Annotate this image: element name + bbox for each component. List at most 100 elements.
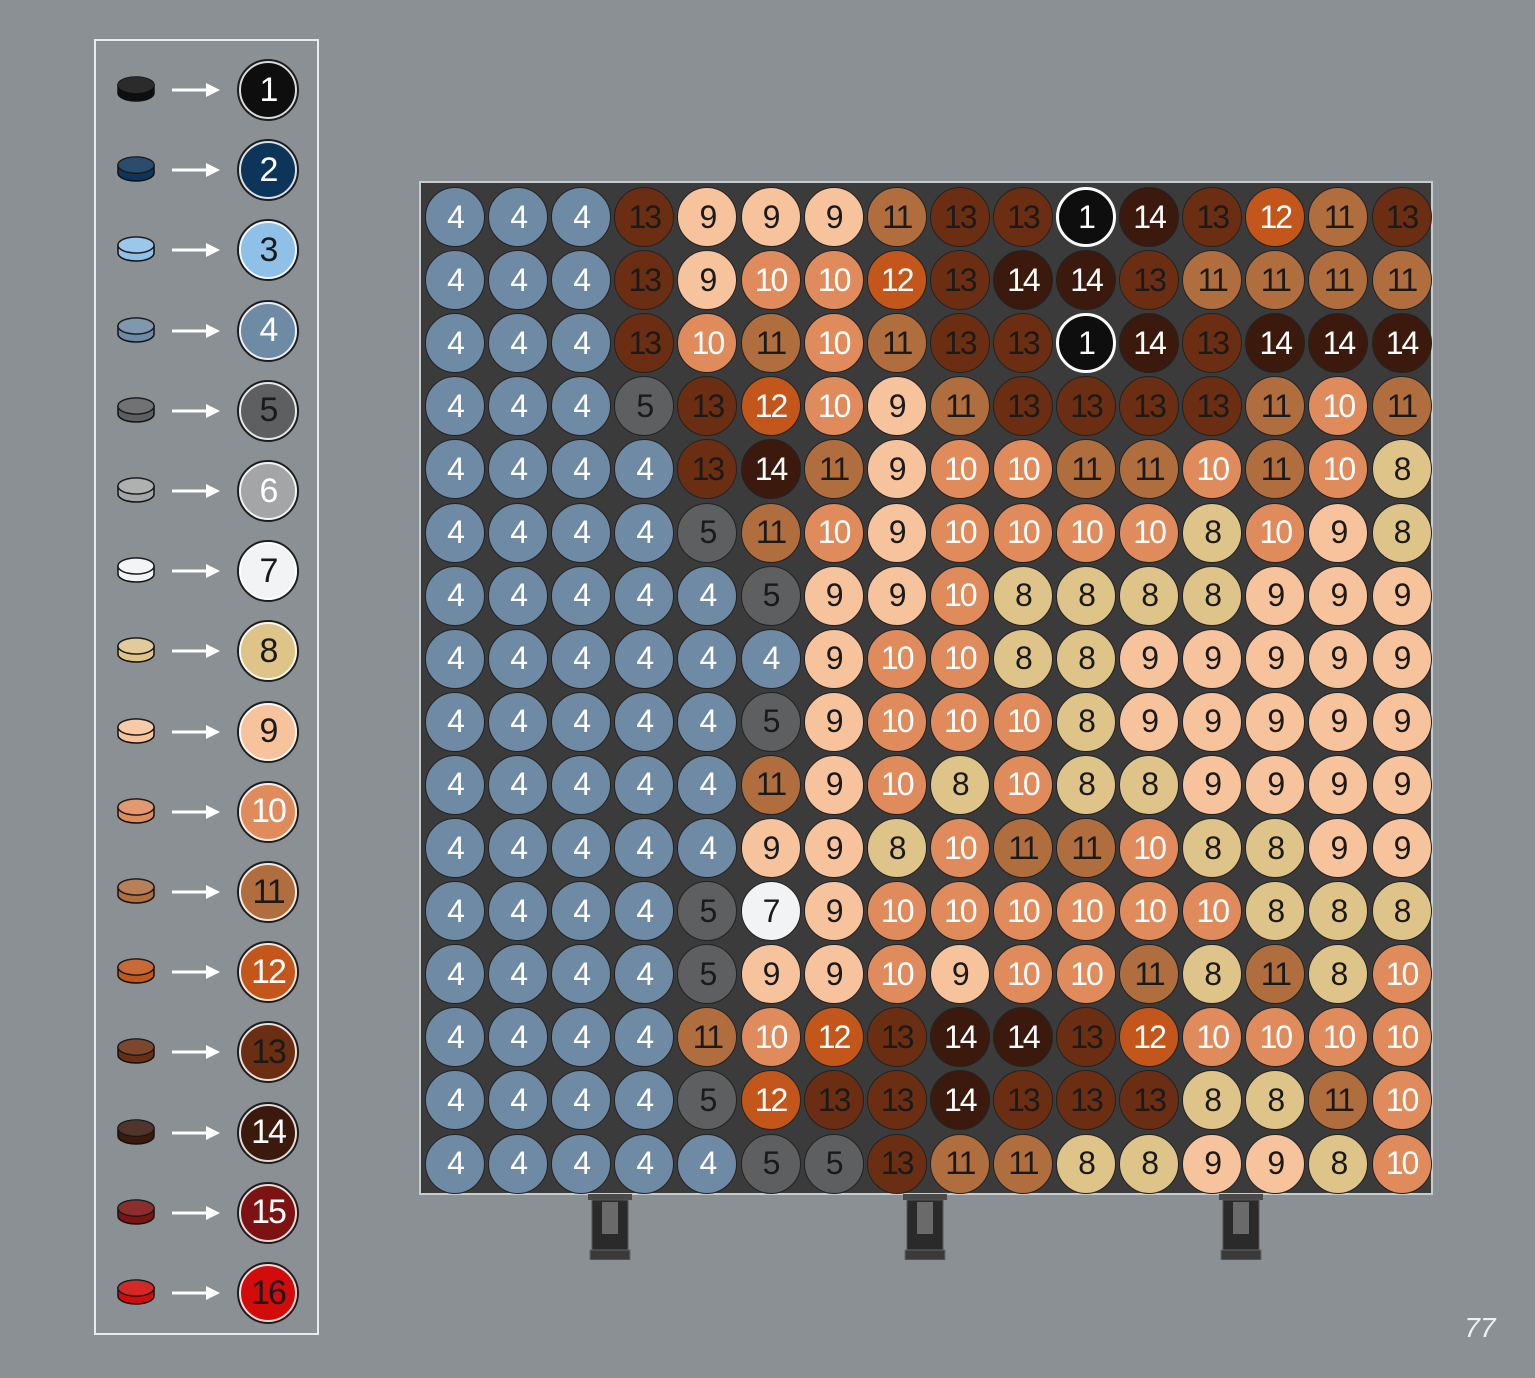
legend-color-number: 2 xyxy=(259,150,279,189)
mosaic-stud: 10 xyxy=(1182,439,1243,500)
mosaic-stud: 10 xyxy=(866,944,927,1005)
arrow-right-icon xyxy=(172,323,220,338)
mosaic-stud: 10 xyxy=(1182,1007,1243,1068)
legend-color-number: 8 xyxy=(259,631,279,670)
mosaic-stud: 10 xyxy=(803,313,864,374)
mosaic-stud: 4 xyxy=(614,818,675,878)
mosaic-stud: 9 xyxy=(866,502,927,563)
mosaic-stud: 13 xyxy=(677,439,738,500)
mosaic-stud: 10 xyxy=(929,818,990,878)
mosaic-stud: 8 xyxy=(929,754,990,815)
mosaic-stud: 9 xyxy=(1245,628,1306,689)
mosaic-stud: 8 xyxy=(1119,565,1180,626)
mosaic-stud: 4 xyxy=(551,818,612,878)
arrow-right-icon xyxy=(172,965,220,980)
mosaic-stud: 12 xyxy=(740,376,801,437)
mosaic-stud: 10 xyxy=(1245,1007,1306,1068)
legend-row: 1 xyxy=(96,59,321,141)
mosaic-stud: 4 xyxy=(488,1007,549,1068)
legend-row: 5 xyxy=(96,379,321,462)
mosaic-stud: 10 xyxy=(929,439,990,500)
mosaic-stud: 13 xyxy=(1056,376,1116,437)
mosaic-stud: 13 xyxy=(614,313,675,374)
mosaic-stud: 4 xyxy=(551,376,612,437)
mosaic-stud: 10 xyxy=(866,691,927,752)
mosaic-stud: 11 xyxy=(929,376,990,437)
mosaic-stud: 13 xyxy=(614,187,675,247)
mosaic-stud: 12 xyxy=(803,1007,864,1068)
mosaic-stud: 9 xyxy=(1245,565,1306,626)
mosaic-stud: 9 xyxy=(803,944,864,1005)
mosaic-stud: 4 xyxy=(551,1070,612,1131)
mosaic-stud: 4 xyxy=(488,628,549,689)
mosaic-stud: 8 xyxy=(1182,502,1243,563)
legend-color-swatch: 11 xyxy=(237,861,299,923)
mosaic-stud: 10 xyxy=(1245,502,1306,563)
arrow-right-icon xyxy=(172,243,220,258)
mosaic-stud: 4 xyxy=(488,250,549,311)
mosaic-stud: 10 xyxy=(929,502,990,563)
mosaic-stud: 9 xyxy=(1371,691,1432,752)
mosaic-stud: 8 xyxy=(1308,881,1369,942)
mosaic-stud: 10 xyxy=(992,691,1053,752)
mosaic-stud: 4 xyxy=(425,313,485,374)
legend-color-swatch: 1 xyxy=(237,59,299,121)
mosaic-stud: 11 xyxy=(1182,250,1243,311)
legend-color-number: 14 xyxy=(251,1113,287,1152)
mosaic-stud: 11 xyxy=(866,313,927,374)
arrow-right-icon xyxy=(172,1045,220,1060)
legend-color-swatch: 12 xyxy=(237,941,299,1004)
mosaic-stud: 9 xyxy=(866,439,927,500)
mosaic-stud: 11 xyxy=(1308,250,1369,311)
mosaic-stud: 10 xyxy=(803,250,864,311)
mosaic-stud: 5 xyxy=(803,1133,864,1194)
round-tile-icon xyxy=(117,1038,155,1065)
mosaic-stud: 9 xyxy=(803,628,864,689)
mosaic-stud: 10 xyxy=(1371,1007,1432,1068)
mosaic-stud: 11 xyxy=(740,754,801,815)
mosaic-stud: 1 xyxy=(1056,187,1116,247)
mosaic-stud: 4 xyxy=(425,881,485,942)
mosaic-stud: 10 xyxy=(1371,1070,1432,1131)
legend-color-number: 16 xyxy=(251,1273,287,1312)
mosaic-stud: 14 xyxy=(1119,313,1180,374)
mosaic-stud: 4 xyxy=(740,628,801,689)
mosaic-stud: 11 xyxy=(803,439,864,500)
mosaic-stud: 10 xyxy=(992,439,1053,500)
mosaic-stud: 14 xyxy=(1371,313,1432,374)
mosaic-stud: 13 xyxy=(1119,376,1180,437)
mosaic-stud: 5 xyxy=(677,944,738,1005)
mosaic-stud: 4 xyxy=(425,1070,485,1131)
legend-row: 7 xyxy=(96,540,321,622)
round-tile-icon xyxy=(117,397,155,423)
mosaic-stud: 13 xyxy=(1119,250,1180,311)
mosaic-stud: 11 xyxy=(1245,944,1306,1005)
legend-row: 10 xyxy=(96,780,321,863)
legend-color-swatch: 4 xyxy=(237,299,299,362)
mosaic-stud: 14 xyxy=(1245,313,1306,374)
hanger-bracket-icon xyxy=(1219,1194,1263,1260)
mosaic-stud: 4 xyxy=(551,944,612,1005)
mosaic-stud: 8 xyxy=(1182,1070,1243,1131)
mosaic-stud: 14 xyxy=(929,1070,990,1131)
mosaic-stud: 4 xyxy=(425,439,485,500)
mosaic-stud: 9 xyxy=(1308,628,1369,689)
mosaic-stud: 4 xyxy=(551,881,612,942)
legend-color-swatch: 15 xyxy=(237,1181,299,1244)
mosaic-stud: 4 xyxy=(551,187,612,247)
mosaic-stud: 13 xyxy=(614,250,675,311)
arrow-right-icon xyxy=(172,564,220,579)
arrow-right-icon xyxy=(172,1125,220,1140)
mosaic-stud: 9 xyxy=(1308,691,1369,752)
mosaic-stud: 4 xyxy=(614,881,675,942)
mosaic-stud: 4 xyxy=(614,502,675,563)
mosaic-stud: 10 xyxy=(677,313,738,374)
mosaic-stud: 9 xyxy=(866,565,927,626)
mosaic-stud: 4 xyxy=(488,565,549,626)
mosaic-stud: 8 xyxy=(1308,1133,1369,1194)
mosaic-stud: 8 xyxy=(1245,1070,1306,1131)
arrow-right-icon xyxy=(172,724,220,739)
arrow-right-icon xyxy=(172,163,220,178)
legend-color-number: 12 xyxy=(251,952,287,991)
mosaic-stud: 9 xyxy=(1308,754,1369,815)
